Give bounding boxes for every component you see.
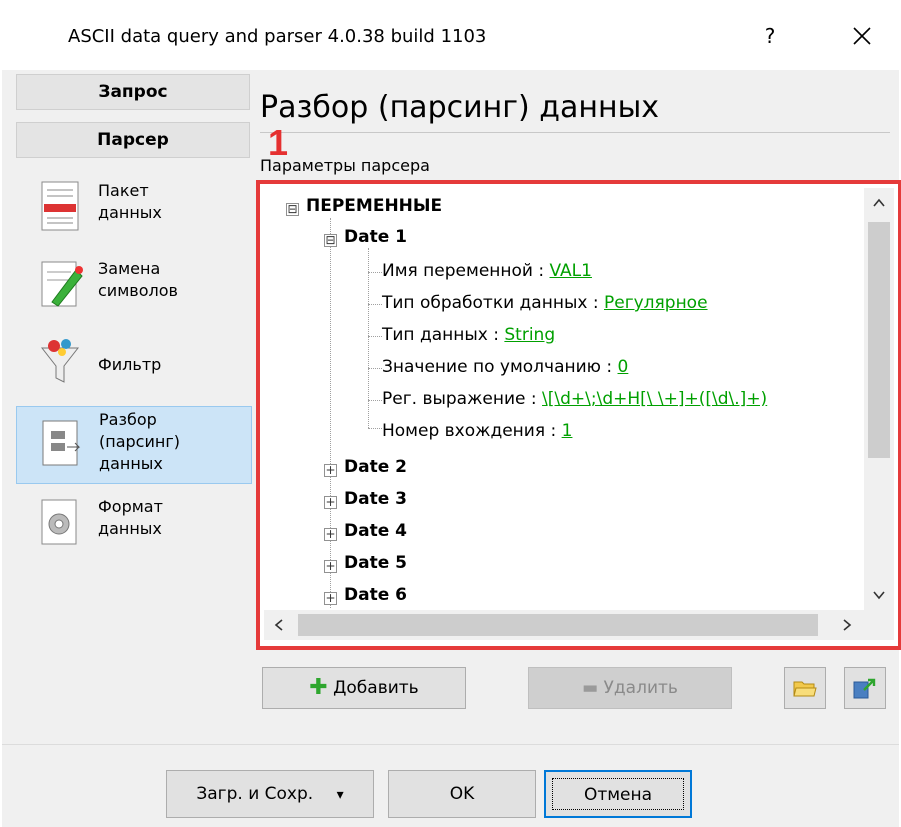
parse-data-icon [39, 417, 87, 471]
tree-node-date4[interactable]: Date 4 [344, 521, 407, 541]
scroll-right-icon[interactable] [832, 610, 862, 640]
tree-line [368, 428, 382, 429]
tree-line [368, 272, 382, 273]
nav-item-label: Формат данных [98, 497, 163, 538]
horizontal-scroll-thumb[interactable] [298, 614, 818, 636]
parser-tree[interactable]: ⊟ ПЕРЕМЕННЫЕ ⊟ Date 1 Имя переменной : V… [264, 188, 864, 614]
focus-rect [552, 778, 684, 810]
collapse-icon[interactable]: ⊟ [324, 234, 337, 247]
nav-item-label: Разбор (парсинг) данных [99, 410, 180, 473]
format-data-icon [38, 496, 86, 550]
nav-item-label: Фильтр [98, 355, 162, 374]
export-icon [853, 678, 876, 699]
nav-item-parse[interactable]: Разбор (парсинг) данных [16, 406, 252, 484]
prop-regex[interactable]: Рег. выражение : \[\d+\;\d+H[\ \+]+([\d\… [382, 389, 767, 409]
collapse-icon[interactable]: ⊟ [286, 203, 299, 216]
nav-item-packet[interactable]: Пакет данных [16, 178, 252, 248]
scroll-left-icon[interactable] [264, 610, 294, 640]
dialog-client: Запрос Парсер Пакет данных Замена символ… [2, 70, 901, 827]
delete-button[interactable]: ▬ Удалить [528, 667, 732, 709]
ok-button[interactable]: OK [388, 770, 536, 818]
vertical-scroll-thumb[interactable] [868, 222, 890, 458]
expand-icon[interactable]: + [324, 560, 337, 573]
parser-tree-panel: ⊟ ПЕРЕМЕННЫЕ ⊟ Date 1 Имя переменной : V… [256, 180, 901, 650]
minus-icon: ▬ [582, 678, 599, 698]
expand-icon[interactable]: + [324, 528, 337, 541]
params-label: Параметры парсера [260, 156, 430, 175]
packet-data-icon [38, 180, 86, 234]
header-divider [260, 132, 890, 133]
tree-root[interactable]: ПЕРЕМЕННЫЕ [306, 196, 442, 216]
expand-icon[interactable]: + [324, 592, 337, 605]
nav-item-filter[interactable]: Фильтр [16, 334, 252, 400]
prop-processing-type[interactable]: Тип обработки данных : Регулярное [382, 293, 708, 313]
window-title: ASCII data query and parser 4.0.38 build… [68, 26, 487, 47]
folder-open-icon [793, 681, 817, 697]
scrollbar-corner [864, 610, 894, 640]
vertical-scrollbar[interactable] [864, 188, 894, 610]
tree-line [368, 304, 382, 305]
tree-line [330, 218, 331, 608]
tree-line [368, 248, 369, 428]
nav-parser-button[interactable]: Парсер [16, 122, 250, 158]
plus-icon: ✚ [309, 675, 328, 700]
nav-query-button[interactable]: Запрос [16, 74, 250, 110]
replace-chars-icon [38, 258, 86, 312]
scroll-down-icon[interactable] [864, 580, 894, 610]
footer-divider [2, 744, 899, 745]
add-button-label: Добавить [333, 678, 419, 698]
tree-line [368, 400, 382, 401]
nav-item-replace[interactable]: Замена символов [16, 256, 252, 326]
tree-line [368, 368, 382, 369]
help-button[interactable]: ? [748, 16, 792, 56]
nav-item-format[interactable]: Формат данных [16, 494, 252, 564]
nav-item-label: Замена символов [98, 259, 178, 300]
scroll-up-icon[interactable] [864, 188, 894, 218]
load-save-label: Загр. и Сохр. [196, 784, 314, 804]
close-icon[interactable] [840, 14, 884, 58]
prop-occurrence[interactable]: Номер вхождения : 1 [382, 421, 572, 441]
expand-icon[interactable]: + [324, 464, 337, 477]
tree-node-date6[interactable]: Date 6 [344, 585, 407, 605]
export-button[interactable] [844, 667, 886, 709]
tree-node-date5[interactable]: Date 5 [344, 553, 407, 573]
tree-node-date2[interactable]: Date 2 [344, 457, 407, 477]
tree-node-date3[interactable]: Date 3 [344, 489, 407, 509]
delete-button-label: Удалить [603, 678, 678, 698]
cancel-button[interactable]: Отмена [544, 770, 692, 818]
page-title: Разбор (парсинг) данных [260, 90, 660, 125]
add-button[interactable]: ✚ Добавить [262, 667, 466, 709]
load-save-dropdown[interactable]: Загр. и Сохр. ▾ [166, 770, 374, 818]
filter-icon [38, 336, 86, 390]
horizontal-scrollbar[interactable] [264, 610, 864, 640]
prop-var-name[interactable]: Имя переменной : VAL1 [382, 261, 592, 281]
tree-line [368, 336, 382, 337]
prop-default-value[interactable]: Значение по умолчанию : 0 [382, 357, 628, 377]
expand-icon[interactable]: + [324, 496, 337, 509]
tree-node-date1[interactable]: Date 1 [344, 227, 407, 247]
nav-item-label: Пакет данных [98, 181, 162, 222]
prop-data-type[interactable]: Тип данных : String [382, 325, 555, 345]
open-folder-button[interactable] [784, 667, 826, 709]
chevron-down-icon: ▾ [336, 787, 344, 803]
title-bar: ASCII data query and parser 4.0.38 build… [0, 0, 901, 70]
